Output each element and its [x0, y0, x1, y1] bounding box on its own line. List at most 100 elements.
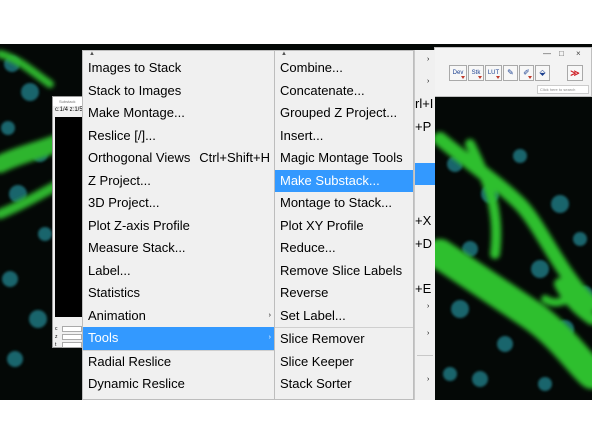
menu-item-label: Reverse — [280, 285, 329, 300]
menu-item[interactable]: Combine... — [275, 57, 413, 80]
menu-item-label: Remove Slice Labels — [280, 262, 403, 278]
menu-fragment: +D — [415, 236, 432, 251]
menu-item[interactable]: Slice Keeper — [275, 351, 413, 374]
menu-item[interactable]: Tools › — [83, 327, 274, 350]
menu-item-label: Plot XY Profile — [280, 217, 364, 233]
menu-item-label: Dynamic Reslice — [88, 376, 185, 391]
menu-item[interactable]: Set Label... — [275, 305, 413, 328]
more-tools-icon[interactable]: ≫ — [567, 65, 583, 81]
submenu-arrow-icon: › — [427, 56, 430, 63]
menu-item[interactable]: Insert... — [275, 125, 413, 148]
menu-item-label: Grouped Z Project... — [280, 105, 398, 120]
menu-item[interactable]: Radial Reslice — [83, 351, 274, 374]
menu-item[interactable]: Dynamic Reslice — [83, 373, 274, 396]
stacks-menu: ▲ Images to Stack Stack to Images Make Mon… — [82, 50, 275, 400]
menu-item-label: Label... — [88, 262, 131, 278]
imagej-toolbar-window[interactable]: — □ × Dev Stk LUT ✎ ✐ ⬙ ≫ Click here to … — [434, 47, 592, 97]
menu-item[interactable]: Remove Slice Labels — [275, 260, 413, 283]
menu-item-label: Reslice [/]... — [88, 127, 156, 143]
menu-item[interactable]: Reverse — [275, 282, 413, 305]
maximize-button[interactable]: □ — [559, 49, 564, 58]
menu-item-label: Z Project... — [88, 172, 151, 188]
menu-fragment: +P — [415, 119, 432, 134]
menu-item-label: Set Label... — [280, 307, 346, 323]
t-slider-label: t — [55, 342, 57, 348]
menu-item[interactable]: Reslice [/]... — [83, 125, 274, 148]
flood-fill-icon[interactable]: ⬙ — [535, 65, 550, 81]
menu-item[interactable]: Stack to Images — [83, 80, 274, 103]
menu-item[interactable]: Concatenate... — [275, 80, 413, 103]
close-button[interactable]: × — [576, 49, 581, 58]
menu-item-label: Statistics — [88, 285, 141, 300]
menu-item[interactable]: Montage to Stack... — [275, 192, 413, 215]
menu-item-label: Make Substack... — [280, 172, 380, 188]
image-window[interactable]: Substack c:1/4 z:1/5 c z t — [52, 96, 84, 348]
submenu-arrow-icon: › — [427, 330, 430, 337]
menu-item-shortcut: Ctrl+Shift+H — [199, 150, 270, 165]
menu-item-label: Magic Montage Tools — [280, 150, 403, 165]
menu-item[interactable]: Plot Z-axis Profile — [83, 215, 274, 238]
channel-slider[interactable]: c — [53, 325, 83, 333]
stacks-highlight — [415, 163, 435, 185]
t-slider[interactable]: t — [53, 341, 83, 349]
menu-item[interactable]: Make Montage... — [83, 102, 274, 125]
stk-button[interactable]: Stk — [468, 65, 484, 81]
menu-item-label: Tools — [88, 330, 119, 345]
menu-item-label: Images to Stack — [88, 60, 182, 75]
submenu-arrow-icon: › — [427, 78, 430, 85]
pencil-icon[interactable]: ✎ — [503, 65, 518, 81]
menu-item[interactable]: 3D Project... — [83, 192, 274, 215]
menu-item[interactable]: Make Substack... — [275, 169, 413, 192]
menu-item[interactable]: Reduce... — [275, 237, 413, 260]
menu-item-label: Combine... — [280, 60, 343, 75]
menu-item[interactable]: Orthogonal Views Ctrl+Shift+H — [83, 147, 274, 170]
menu-item-label: Slice Remover — [280, 331, 365, 346]
dev-button[interactable]: Dev — [449, 65, 467, 81]
menu-item[interactable]: Plot XY Profile — [275, 215, 413, 238]
menu-item-label: Animation — [88, 307, 146, 323]
menu-item-label: Measure Stack... — [88, 240, 186, 255]
menu-item-label: Montage to Stack... — [280, 195, 393, 210]
menu-item[interactable]: Measure Stack... — [83, 237, 274, 260]
menu-item[interactable]: Slice Remover — [275, 328, 413, 351]
z-slider[interactable]: z — [53, 333, 83, 341]
underlying-menu-strip: › › rl+I +P +X +D +E › › › — [414, 50, 435, 400]
image-canvas[interactable] — [55, 117, 83, 317]
channel-slider-label: c — [55, 326, 58, 332]
menu-item-label: Reduce... — [280, 240, 336, 255]
page-margin-bottom — [0, 400, 592, 444]
menu-fragment: +X — [415, 213, 432, 228]
lut-button[interactable]: LUT — [485, 65, 502, 81]
menu-item-label: Concatenate... — [280, 82, 365, 98]
menu-item-label: Stack Sorter — [280, 376, 352, 391]
menu-item-label: Insert... — [280, 127, 324, 143]
menu-item[interactable]: Magic Montage Tools — [275, 147, 413, 170]
menu-item-label: Stack to Images — [88, 82, 182, 98]
menu-item-label: Plot Z-axis Profile — [88, 217, 190, 233]
tools-submenu: ▲ Combine... Concatenate... Grouped Z Proj… — [274, 50, 414, 400]
menu-item[interactable]: Grouped Z Project... — [275, 102, 413, 125]
menu-separator — [83, 349, 274, 351]
menu-fragment: +E — [415, 281, 432, 296]
menu-item[interactable]: Stack Sorter — [275, 373, 413, 396]
image-window-title: Substack — [53, 97, 83, 106]
menu-item[interactable]: Statistics — [83, 282, 274, 305]
submenu-arrow-icon: › — [427, 376, 430, 383]
z-slider-label: z — [55, 334, 58, 340]
menu-item[interactable]: Z Project... — [83, 170, 274, 193]
submenu-arrow-icon: › — [268, 311, 271, 319]
menu-item[interactable]: Label... — [83, 260, 274, 283]
image-window-info: c:1/4 z:1/5 — [55, 107, 83, 113]
menu-item[interactable]: Animation › — [83, 305, 274, 328]
menu-item[interactable]: Images to Stack — [83, 57, 274, 80]
brush-icon[interactable]: ✐ — [519, 65, 534, 81]
menu-item-label: Slice Keeper — [280, 353, 354, 369]
search-field[interactable]: Click here to search — [537, 85, 589, 94]
menu-item-label: Orthogonal Views — [88, 150, 191, 165]
minimize-button[interactable]: — — [543, 49, 551, 58]
menu-item-label: Radial Reslice — [88, 353, 172, 369]
menu-item-label: 3D Project... — [88, 195, 160, 210]
menu-fragment: rl+I — [415, 96, 434, 111]
menu-item-label: Make Montage... — [88, 105, 185, 120]
submenu-arrow-icon: › — [427, 303, 430, 310]
